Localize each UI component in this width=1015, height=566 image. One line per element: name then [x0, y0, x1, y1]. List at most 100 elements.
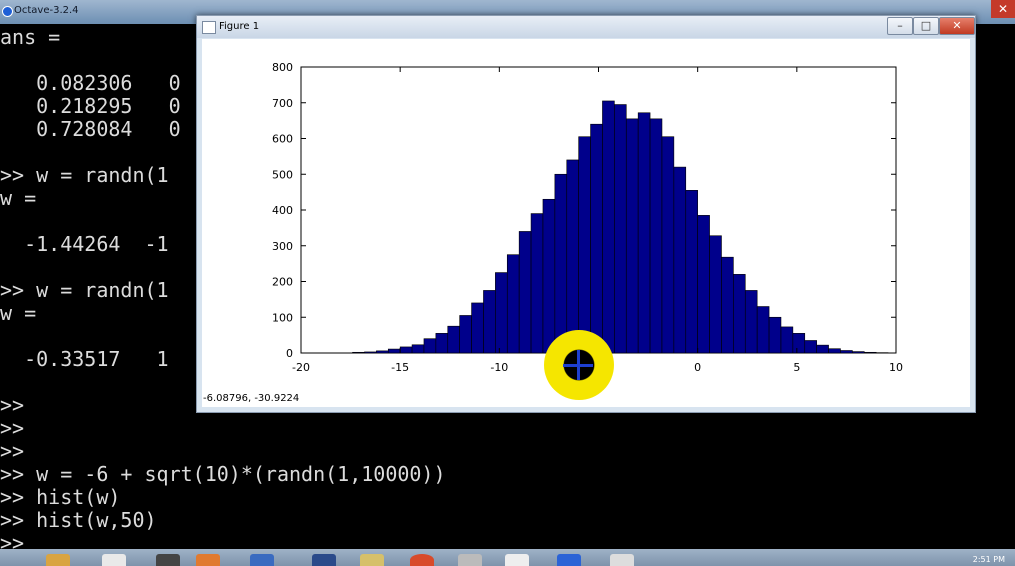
histogram-bar: [792, 333, 806, 354]
histogram-bar: [697, 215, 710, 354]
console-line: 0.082306 0: [0, 71, 181, 95]
x-tick-label: 10: [889, 361, 903, 374]
histogram-bar: [590, 123, 603, 354]
x-tick-label: -20: [292, 361, 310, 374]
histogram-bar: [625, 118, 639, 354]
minimize-button[interactable]: –: [887, 17, 913, 35]
histogram-bar: [423, 338, 437, 354]
x-tick-label: -15: [391, 361, 409, 374]
console-line: -1.44264 -1: [0, 232, 169, 256]
y-tick-label: 800: [272, 61, 293, 74]
histogram-bar: [483, 290, 496, 354]
histogram-bar: [780, 326, 794, 354]
taskbar-app-icon[interactable]: [505, 554, 529, 566]
taskbar-octave-icon[interactable]: [557, 554, 581, 566]
histogram-bar: [828, 348, 841, 354]
histogram-bar: [495, 272, 508, 354]
console-line: >>: [0, 393, 25, 417]
console-line: -0.33517 1: [0, 347, 169, 371]
crosshair-cursor-icon: [577, 350, 580, 380]
histogram-bar: [733, 274, 746, 354]
close-button[interactable]: ✕: [939, 17, 975, 35]
histogram-bar: [459, 315, 472, 354]
octave-app-icon: [2, 6, 13, 17]
x-tick-label: -10: [490, 361, 508, 374]
histogram-bar: [387, 348, 401, 354]
figure-app-icon: [202, 21, 216, 34]
histogram-bar: [816, 344, 829, 354]
x-tick-label: 5: [793, 361, 800, 374]
taskbar: 2:51 PM: [0, 549, 1015, 566]
taskbar-figure-icon[interactable]: [610, 554, 634, 566]
histogram-bar: [614, 104, 627, 354]
y-tick-label: 500: [272, 168, 293, 181]
histogram-bar: [471, 302, 484, 354]
taskbar-chrome-icon[interactable]: [410, 554, 434, 566]
histogram-bar: [447, 325, 460, 354]
histogram-bar: [435, 333, 449, 354]
histogram-bar: [376, 350, 389, 354]
histogram-bar: [709, 235, 722, 354]
histogram-bar: [578, 136, 591, 354]
console-line: >>: [0, 531, 25, 550]
y-tick-label: 100: [272, 311, 293, 324]
x-tick-label: 0: [694, 361, 701, 374]
taskbar-app-icon[interactable]: [196, 554, 220, 566]
histogram-bar: [364, 351, 377, 354]
histogram-bar: [804, 340, 817, 354]
taskbar-app-icon[interactable]: [312, 554, 336, 566]
figure-title-bar[interactable]: Figure 1 – □ ✕: [197, 16, 975, 38]
maximize-button[interactable]: □: [913, 17, 939, 35]
console-line: >> w = randn(1: [0, 278, 169, 302]
histogram-bar: [673, 166, 687, 354]
histogram-bar: [602, 100, 615, 354]
taskbar-app-icon[interactable]: [102, 554, 126, 566]
console-line: ans =: [0, 25, 61, 49]
histogram-bar: [518, 231, 532, 354]
console-line: w =: [0, 301, 37, 325]
figure-window-title: Figure 1: [219, 21, 260, 32]
y-tick-label: 200: [272, 276, 293, 289]
histogram-bar: [756, 306, 770, 354]
histogram-bar: [411, 344, 425, 354]
histogram-bar: [863, 351, 877, 354]
histogram-bar: [721, 256, 734, 354]
histogram-bar: [554, 173, 568, 354]
histogram-bar: [685, 190, 698, 354]
y-tick-label: 600: [272, 133, 293, 146]
histogram-bar: [649, 118, 663, 354]
console-line: >> hist(w,50): [0, 508, 157, 532]
octave-window-title: Octave-3.2.4: [14, 5, 79, 16]
histogram-bar: [352, 351, 365, 354]
histogram-bar: [542, 198, 556, 354]
console-line: >> hist(w): [0, 485, 121, 509]
taskbar-app-icon[interactable]: [250, 554, 274, 566]
taskbar-app-icon[interactable]: [360, 554, 384, 566]
console-line: >>: [0, 439, 25, 463]
taskbar-app-icon[interactable]: [156, 554, 180, 566]
taskbar-explorer-icon[interactable]: [46, 554, 70, 566]
octave-close-button[interactable]: ✕: [991, 0, 1015, 18]
y-tick-label: 0: [286, 347, 293, 360]
histogram-bar: [840, 350, 853, 354]
histogram-bar: [566, 159, 579, 354]
console-line: 0.218295 0: [0, 94, 181, 118]
y-tick-label: 300: [272, 240, 293, 253]
histogram-bar: [768, 316, 782, 354]
histogram-bar: [399, 346, 413, 354]
coordinates-readout: -6.08796, -30.9224: [203, 393, 300, 404]
histogram-bar: [661, 136, 675, 354]
histogram-bar: [637, 112, 651, 354]
histogram-bar: [852, 351, 865, 354]
console-line: >>: [0, 416, 25, 440]
console-line: >> w = -6 + sqrt(10)*(randn(1,10000)): [0, 462, 446, 486]
taskbar-app-icon[interactable]: [458, 554, 482, 566]
y-tick-label: 700: [272, 97, 293, 110]
histogram-bar: [506, 254, 520, 354]
histogram-bar: [744, 290, 758, 354]
console-line: 0.728084 0: [0, 117, 181, 141]
console-line: >> w = randn(1: [0, 163, 169, 187]
y-tick-label: 400: [272, 204, 293, 217]
tray-clock: 2:51 PM: [972, 555, 1005, 564]
histogram-bar: [530, 213, 544, 354]
